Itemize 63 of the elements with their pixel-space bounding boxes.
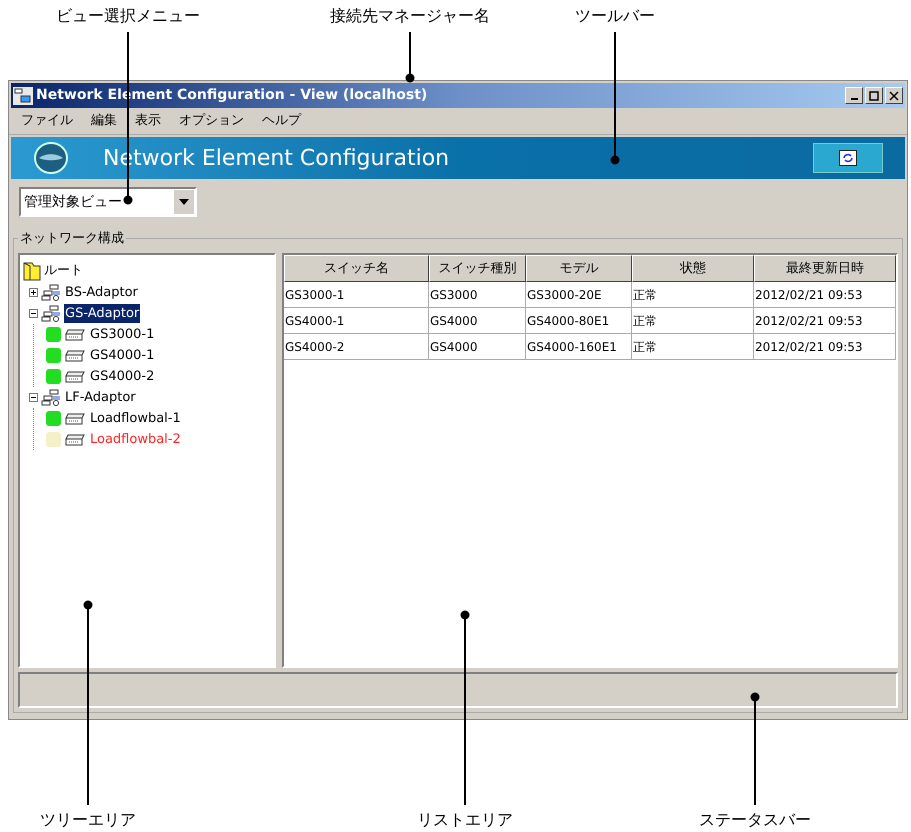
table-cell: GS3000-20E (526, 282, 632, 308)
refresh-button[interactable] (813, 143, 883, 173)
refresh-icon (839, 150, 857, 166)
maximize-button[interactable] (865, 87, 883, 104)
tree-item[interactable]: Loadflowbal-2 (89, 430, 182, 450)
table-cell: GS4000-80E1 (526, 308, 632, 334)
table-cell: 正常 (632, 334, 754, 360)
column-header[interactable]: 状態 (632, 255, 754, 282)
table-cell: GS3000 (429, 282, 526, 308)
close-icon (889, 90, 899, 100)
table-cell: 正常 (632, 282, 754, 308)
column-header[interactable]: 最終更新日時 (754, 255, 896, 282)
table-cell: GS4000-2 (284, 334, 429, 360)
table-cell: GS4000-1 (284, 308, 429, 334)
folder-icon (23, 261, 41, 281)
collapse-icon[interactable] (29, 393, 38, 402)
callout-label: 接続先マネージャー名 (330, 5, 490, 27)
menu-item[interactable]: ファイル (21, 111, 73, 131)
table-cell: GS4000-160E1 (526, 334, 632, 360)
maximize-icon (869, 90, 879, 100)
device-icon (65, 370, 85, 382)
callout-label: ツールバー (575, 5, 655, 27)
column-header[interactable]: スイッチ名 (284, 255, 429, 282)
tree-item[interactable]: Loadflowbal-1 (89, 408, 182, 428)
close-button[interactable] (885, 87, 903, 104)
callout-label: ビュー選択メニュー (56, 5, 200, 27)
table-cell: GS3000-1 (284, 282, 429, 308)
callout-label: ツリーエリア (40, 809, 136, 831)
table-cell: GS4000 (429, 308, 526, 334)
globe-logo-icon (33, 142, 69, 174)
tree-item[interactable]: ルート (44, 261, 83, 281)
device-icon (65, 350, 85, 362)
menu-item[interactable]: 表示 (135, 111, 161, 131)
minimize-icon (850, 98, 858, 100)
tree-item[interactable]: LF-Adaptor (64, 388, 137, 408)
network-icon (41, 304, 61, 322)
device-icon (65, 328, 85, 340)
tree-item[interactable]: GS4000-1 (89, 346, 156, 366)
tree-item[interactable]: GS4000-2 (89, 366, 156, 386)
tree-item[interactable]: BS-Adaptor (64, 282, 139, 302)
collapse-icon[interactable] (29, 309, 38, 318)
view-select[interactable]: 管理対象ビュー (19, 187, 197, 217)
callout-label: リストエリア (417, 809, 513, 831)
tree-item[interactable]: GS-Adaptor (64, 304, 140, 324)
column-header[interactable]: スイッチ種別 (429, 255, 526, 282)
app-icon (13, 86, 33, 104)
callout-label: ステータスバー (699, 809, 811, 831)
table-cell: 2012/02/21 09:53 (754, 282, 896, 308)
device-icon (65, 434, 85, 446)
device-icon (65, 412, 85, 424)
menu-item[interactable]: ヘルプ (262, 111, 301, 131)
table-cell: 2012/02/21 09:53 (754, 334, 896, 360)
table-cell: GS4000 (429, 334, 526, 360)
expand-icon[interactable] (29, 288, 38, 297)
network-icon (41, 284, 61, 302)
minimize-button[interactable] (845, 87, 863, 104)
tree-item[interactable]: GS3000-1 (89, 324, 156, 344)
menu-item[interactable]: 編集 (91, 111, 117, 131)
table-cell: 2012/02/21 09:53 (754, 308, 896, 334)
menu-item[interactable]: オプション (179, 111, 244, 131)
table-cell: 正常 (632, 308, 754, 334)
column-header[interactable]: モデル (526, 255, 632, 282)
network-icon (41, 388, 61, 406)
